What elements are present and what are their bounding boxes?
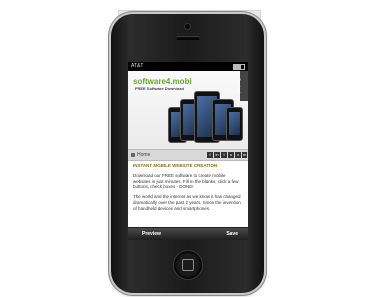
- earpiece-speaker: [176, 36, 200, 40]
- article-heading: INSTANT MOBILE WEBSITE CREATION: [133, 163, 218, 168]
- iphone-device: AT&T software4.mobi FREE Software Downlo…: [111, 14, 264, 293]
- breadcrumb-home: Home: [137, 152, 151, 158]
- contact-tab-label: Contact: [236, 77, 242, 94]
- video-icon[interactable]: v: [235, 152, 241, 158]
- battery-icon: [233, 64, 245, 70]
- phone-screen: AT&T software4.mobi FREE Software Downlo…: [128, 62, 248, 240]
- article-paragraph: Download our FREE software to create mob…: [133, 172, 239, 190]
- contact-tab[interactable]: Contact: [236, 71, 248, 101]
- phone-image: [226, 107, 243, 141]
- linkedin-icon[interactable]: in: [214, 152, 220, 158]
- home-square-icon: [182, 259, 194, 271]
- site-logo-subtitle: FREE Software Download: [135, 86, 184, 91]
- breadcrumb[interactable]: Home: [131, 150, 150, 160]
- bottom-toolbar: Preview Save: [128, 227, 248, 240]
- twitter-icon[interactable]: t: [221, 152, 227, 158]
- home-button[interactable]: [173, 250, 203, 280]
- facebook-icon[interactable]: f: [207, 152, 213, 158]
- nav-bar: Home f in t s v m: [128, 149, 248, 161]
- article-paragraph: The world and the internet as we know it…: [133, 194, 241, 211]
- home-icon: [131, 152, 135, 157]
- site-header: software4.mobi FREE Software Download Co…: [128, 71, 248, 149]
- article-content: INSTANT MOBILE WEBSITE CREATION Download…: [133, 163, 243, 216]
- save-button[interactable]: Save: [226, 228, 238, 240]
- carrier-label: AT&T: [131, 63, 144, 69]
- mail-icon[interactable]: m: [242, 152, 247, 158]
- front-camera: [185, 24, 190, 29]
- preview-button[interactable]: Preview: [142, 228, 161, 240]
- site-logo-title[interactable]: software4.mobi: [133, 77, 192, 86]
- status-bar: AT&T: [128, 62, 248, 71]
- skype-icon[interactable]: s: [228, 152, 234, 158]
